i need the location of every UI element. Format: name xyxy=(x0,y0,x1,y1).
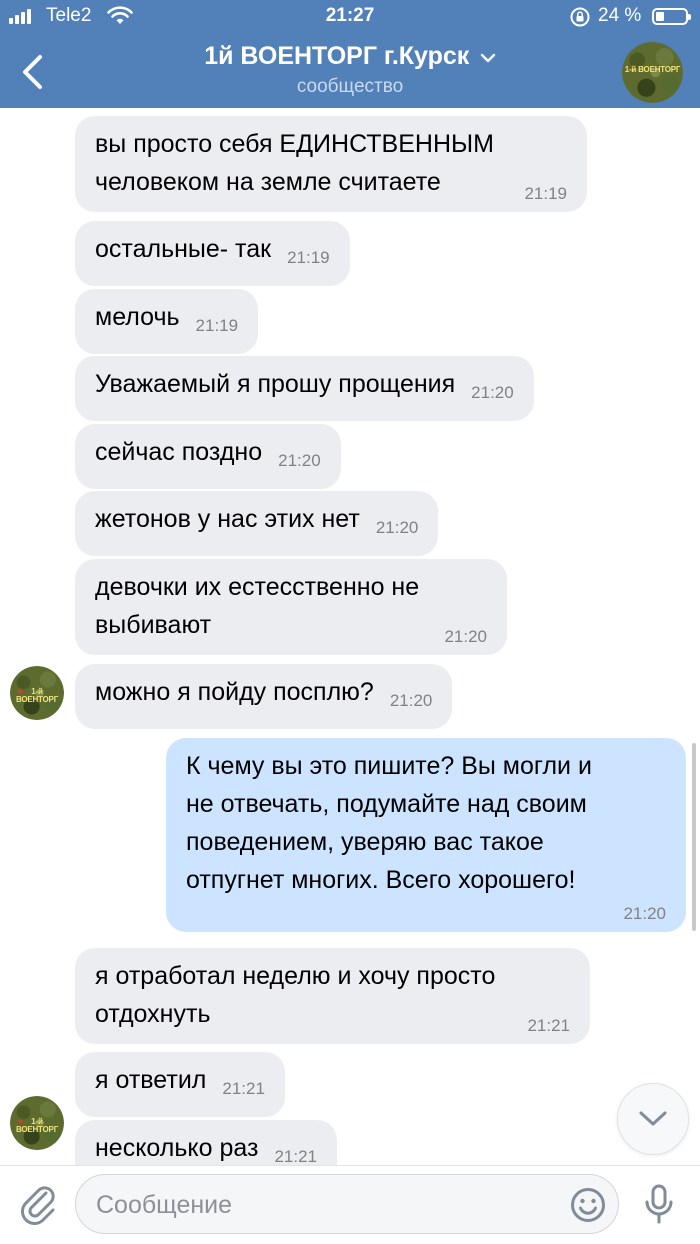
paperclip-icon xyxy=(21,1186,55,1225)
message-list[interactable]: вы просто себя ЕДИНСТВЕННЫМ человеком на… xyxy=(0,108,700,1165)
status-bar: Tele2 21:27 24 % xyxy=(0,0,700,34)
message-text-line: вы просто себя ЕДИНСТВЕННЫМ xyxy=(95,130,494,158)
message-input-wrapper xyxy=(75,1174,619,1234)
message-incoming[interactable]: жетонов у нас этих нет 21:20 xyxy=(75,491,439,556)
message-text: сейчас поздно xyxy=(95,438,263,466)
message-incoming[interactable]: сейчас поздно 21:20 xyxy=(75,424,341,489)
message-text-line: выбивают xyxy=(95,611,212,639)
message-text: мелочь xyxy=(95,303,180,331)
message-incoming[interactable]: остальные- так 21:19 xyxy=(75,221,350,286)
message-time: 21:21 xyxy=(222,1079,265,1098)
message-incoming[interactable]: я отработал неделю и хочу просто отдохну… xyxy=(75,948,590,1044)
message-time: 21:20 xyxy=(389,691,433,710)
chat-title: 1й ВОЕНТОРГ г.Курск xyxy=(204,42,470,70)
message-outgoing[interactable]: К чему вы это пишите? Вы могли и не отве… xyxy=(166,738,686,932)
message-text-line: поведением, уверяю вас такое xyxy=(186,828,544,856)
message-text: остальные- так xyxy=(95,235,272,263)
scrollbar[interactable] xyxy=(692,743,696,931)
community-avatar[interactable]: ★ 1-й ВОЕНТОРГ xyxy=(622,42,683,103)
message-time: 21:20 xyxy=(375,518,419,537)
chevron-down-icon xyxy=(480,51,496,69)
attach-button[interactable] xyxy=(20,1183,58,1230)
message-text: жетонов у нас этих нет xyxy=(95,505,360,533)
avatar-logo-text: 1-й ВОЕНТОРГ xyxy=(15,686,59,704)
message-text: я ответил xyxy=(95,1066,207,1094)
message-composer xyxy=(0,1165,700,1244)
sender-avatar[interactable]: ★ 1-й ВОЕНТОРГ xyxy=(10,1096,64,1150)
message-input[interactable] xyxy=(96,1185,556,1225)
message-incoming[interactable]: несколько раз 21:21 xyxy=(75,1120,337,1165)
avatar-logo-text: 1-й ВОЕНТОРГ xyxy=(624,65,681,75)
message-time: 21:20 xyxy=(278,451,321,470)
emoji-button[interactable] xyxy=(569,1186,607,1229)
status-time: 21:27 xyxy=(325,5,375,26)
chat-subtitle: сообщество xyxy=(296,76,404,97)
battery-percent: 24 % xyxy=(598,5,642,26)
message-time: 21:19 xyxy=(287,248,330,267)
message-text-line: не отвечать, подумайте над своим xyxy=(186,790,587,818)
message-time: 21:21 xyxy=(274,1147,317,1165)
message-incoming[interactable]: я ответил 21:21 xyxy=(75,1052,285,1117)
microphone-icon xyxy=(645,1184,673,1224)
message-time: 21:21 xyxy=(527,1016,570,1035)
message-time: 21:19 xyxy=(195,316,239,335)
top-bar: Tele2 21:27 24 % 1й ВОЕНТОРГ г.Курск соо… xyxy=(0,0,700,108)
message-incoming[interactable]: мелочь 21:19 xyxy=(75,289,259,354)
message-time: 21:19 xyxy=(524,184,567,203)
message-text-line: я отработал неделю и хочу просто xyxy=(95,962,496,990)
voice-message-button[interactable] xyxy=(642,1183,676,1232)
message-incoming[interactable]: вы просто себя ЕДИНСТВЕННЫМ человеком на… xyxy=(75,116,587,212)
message-text: несколько раз xyxy=(95,1134,259,1162)
avatar-logo-text: 1-й ВОЕНТОРГ xyxy=(15,1116,59,1134)
message-incoming[interactable]: Уважаемый я прошу прощения 21:20 xyxy=(75,356,534,421)
message-text-line: человеком на земле считаете xyxy=(95,168,441,196)
message-time: 21:20 xyxy=(471,383,514,402)
message-text: можно я пойду посплю? xyxy=(95,678,374,706)
message-time: 21:20 xyxy=(444,627,487,646)
scroll-down-button[interactable] xyxy=(617,1083,689,1155)
battery-icon xyxy=(652,8,691,25)
chevron-down-icon xyxy=(639,1111,667,1126)
message-text-line: отпугнет многих. Всего хорошего! xyxy=(186,866,576,894)
chat-title-button[interactable]: 1й ВОЕНТОРГ г.Курск xyxy=(0,42,700,71)
message-time: 21:20 xyxy=(623,904,666,923)
message-text: Уважаемый я прошу прощения xyxy=(95,370,456,398)
message-text-line: К чему вы это пишите? Вы могли и xyxy=(186,752,592,780)
message-text-line: девочки их естесственно не xyxy=(95,573,420,601)
sender-avatar[interactable]: ★ 1-й ВОЕНТОРГ xyxy=(10,666,64,720)
message-incoming[interactable]: девочки их естесственно не выбивают 21:2… xyxy=(75,559,507,655)
message-incoming[interactable]: можно я пойду посплю? 21:20 xyxy=(75,664,453,729)
message-text-line: отдохнуть xyxy=(95,1000,211,1028)
smile-icon xyxy=(571,1188,605,1222)
orientation-lock-icon xyxy=(569,6,591,34)
